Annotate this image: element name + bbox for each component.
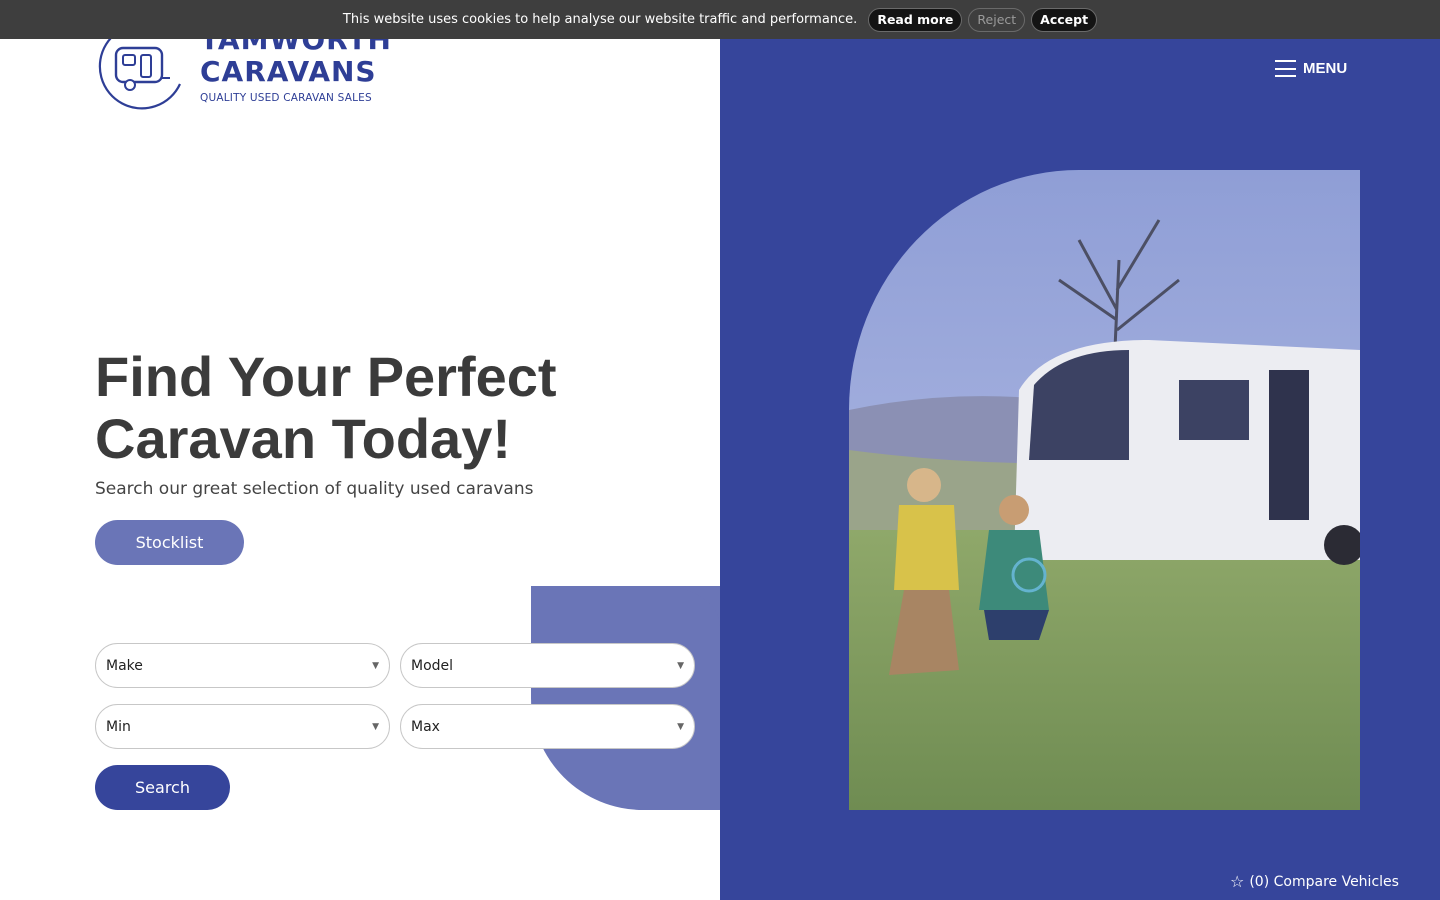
chevron-down-icon: ▼ — [372, 660, 379, 671]
stocklist-button[interactable]: Stocklist — [95, 520, 244, 565]
cookie-read-more-button[interactable]: Read more — [868, 7, 963, 32]
page-title: Find Your Perfect Caravan Today! — [95, 346, 695, 470]
model-select-value: Model — [411, 657, 454, 674]
menu-button[interactable]: MENU — [1275, 60, 1347, 77]
min-select-value: Min — [106, 718, 131, 735]
page-title-line-1: Find Your Perfect — [95, 345, 557, 408]
hamburger-icon — [1275, 60, 1296, 77]
hero-photo — [849, 170, 1360, 810]
chevron-down-icon: ▼ — [677, 721, 684, 732]
chevron-down-icon: ▼ — [372, 721, 379, 732]
cookie-banner: This website uses cookies to help analys… — [0, 0, 1440, 39]
cookie-accept-button[interactable]: Accept — [1031, 7, 1098, 32]
star-outline-icon: ☆ — [1230, 872, 1245, 891]
chevron-down-icon: ▼ — [677, 660, 684, 671]
max-price-select[interactable]: Max ▼ — [400, 704, 695, 749]
make-select-value: Make — [106, 657, 143, 674]
logo-tagline: QUALITY USED CARAVAN SALES — [200, 92, 372, 104]
model-select[interactable]: Model ▼ — [400, 643, 695, 688]
make-select[interactable]: Make ▼ — [95, 643, 390, 688]
compare-label: (0) Compare Vehicles — [1249, 874, 1399, 890]
max-select-value: Max — [411, 718, 440, 735]
cookie-reject-button[interactable]: Reject — [968, 7, 1026, 32]
menu-label: MENU — [1303, 60, 1348, 77]
logo-line-2: CARAVANS — [200, 55, 377, 88]
search-button[interactable]: Search — [95, 765, 230, 810]
cookie-message: This website uses cookies to help analys… — [342, 12, 858, 27]
min-price-select[interactable]: Min ▼ — [95, 704, 390, 749]
hero-subtitle: Search our great selection of quality us… — [95, 479, 534, 499]
decorative-shape-top — [531, 586, 720, 626]
compare-vehicles-link[interactable]: ☆ (0) Compare Vehicles — [1230, 872, 1399, 891]
page-title-line-2: Caravan Today! — [95, 407, 511, 470]
